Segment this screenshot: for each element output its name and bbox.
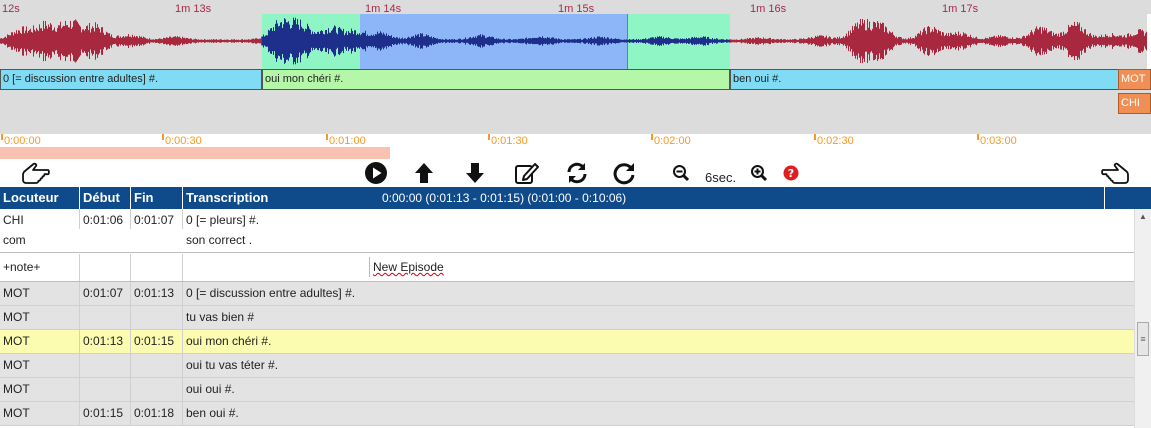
- cell-end[interactable]: 0:01:13: [131, 282, 183, 305]
- cell-speaker[interactable]: MOT: [0, 402, 80, 425]
- zoom-out-icon[interactable]: [671, 161, 691, 185]
- play-icon[interactable]: [363, 161, 389, 185]
- table-row[interactable]: MOT oui oui #.: [0, 378, 1134, 402]
- cell-start[interactable]: [80, 229, 131, 252]
- cell-speaker[interactable]: MOT: [0, 330, 80, 353]
- timeline-tick: 0:00:00: [1, 134, 41, 147]
- cell-speaker[interactable]: +note+: [0, 254, 80, 281]
- svg-text:?: ?: [788, 167, 794, 180]
- hand-left-icon[interactable]: [18, 161, 52, 185]
- selection-time-info: 0:00:00 (0:01:13 - 0:01:15) (0:01:00 - 0…: [382, 191, 627, 205]
- scroll-up-arrow-icon[interactable]: ▲: [1135, 211, 1151, 223]
- timeline-tick: 0:02:30: [814, 134, 854, 147]
- cell-speaker[interactable]: MOT: [0, 306, 80, 329]
- cell-start[interactable]: [80, 378, 131, 401]
- timeline-tick: 0:02:00: [651, 134, 691, 147]
- cell-end[interactable]: [131, 354, 183, 377]
- cell-end[interactable]: [131, 306, 183, 329]
- segment-block[interactable]: ben oui #.: [730, 69, 1119, 90]
- zoom-in-icon[interactable]: [749, 161, 769, 185]
- segment-block[interactable]: oui mon chéri #.: [262, 69, 730, 90]
- hand-right-icon[interactable]: [1099, 161, 1133, 185]
- cell-transcription[interactable]: oui mon chéri #.: [183, 330, 1134, 353]
- cell-end[interactable]: 0:01:18: [131, 402, 183, 425]
- timeline-tick: 0:00:30: [162, 134, 202, 147]
- cell-end[interactable]: [131, 229, 183, 252]
- cell-start[interactable]: 0:01:13: [80, 330, 131, 353]
- cell-start[interactable]: 0:01:07: [80, 282, 131, 305]
- timeline-tick: 0:03:00: [977, 134, 1017, 147]
- speaker-tier-label[interactable]: MOT: [1118, 69, 1151, 90]
- cell-end[interactable]: [131, 254, 183, 281]
- cell-speaker[interactable]: com: [0, 229, 80, 252]
- cell-start[interactable]: 0:01:15: [80, 402, 131, 425]
- scroll-thumb[interactable]: ≡: [1137, 322, 1149, 356]
- speaker-tier-label[interactable]: CHI: [1118, 93, 1151, 114]
- column-header-end[interactable]: Fin: [131, 187, 183, 209]
- timeline-position-bar[interactable]: [0, 147, 390, 159]
- timeline-tick: 0:01:00: [326, 134, 366, 147]
- cell-speaker[interactable]: MOT: [0, 282, 80, 305]
- table-row-selected[interactable]: MOT 0:01:13 0:01:15 oui mon chéri #.: [0, 330, 1134, 354]
- cell-speaker[interactable]: MOT: [0, 378, 80, 401]
- table-row[interactable]: MOT 0:01:15 0:01:18 ben oui #.: [0, 402, 1134, 426]
- table-row[interactable]: MOT 0:01:07 0:01:13 0 [= discussion entr…: [0, 282, 1134, 306]
- column-header-label: Transcription: [186, 190, 269, 205]
- column-header-start[interactable]: Début: [80, 187, 131, 209]
- table-row-note[interactable]: +note+ New Episode: [0, 254, 1134, 282]
- toolbar: 6sec. ?: [0, 159, 1151, 187]
- overview-timeline[interactable]: 0:00:00 0:00:30 0:01:00 0:01:30 0:02:00 …: [0, 134, 1151, 148]
- redo-icon[interactable]: [611, 161, 639, 185]
- note-input[interactable]: New Episode: [369, 257, 1134, 277]
- cell-transcription[interactable]: New Episode: [183, 254, 1134, 281]
- timeline-tick: 0:01:30: [488, 134, 528, 147]
- zoom-duration: 6sec.: [705, 170, 737, 185]
- cell-transcription[interactable]: oui oui #.: [183, 378, 1134, 401]
- cell-end[interactable]: 0:01:15: [131, 330, 183, 353]
- cell-transcription[interactable]: tu vas bien #: [183, 306, 1134, 329]
- cell-speaker[interactable]: MOT: [0, 354, 80, 377]
- cell-transcription[interactable]: ben oui #.: [183, 402, 1134, 425]
- loop-icon[interactable]: [563, 161, 591, 185]
- audio-waveform: [0, 17, 1147, 65]
- cell-end[interactable]: [131, 378, 183, 401]
- arrow-down-icon[interactable]: [462, 161, 488, 185]
- help-icon[interactable]: ?: [781, 161, 801, 185]
- table-row[interactable]: MOT tu vas bien #: [0, 306, 1134, 330]
- edit-icon[interactable]: [513, 161, 541, 185]
- table-row[interactable]: com son correct .: [0, 229, 1134, 253]
- waveform-edge: [1147, 14, 1151, 69]
- column-header-speaker[interactable]: Locuteur: [0, 187, 80, 209]
- waveform-panel[interactable]: 12s 1m 13s 1m 14s 1m 15s 1m 16s 1m 17s 0…: [0, 0, 1151, 134]
- transcript-table-header: Locuteur Début Fin Transcription 0:00:00…: [0, 187, 1151, 209]
- transcript-table: CHI 0:01:06 0:01:07 0 [= pleurs] #. com …: [0, 209, 1134, 428]
- table-row[interactable]: MOT oui tu vas téter #.: [0, 354, 1134, 378]
- cell-start[interactable]: [80, 354, 131, 377]
- note-text: New Episode: [373, 260, 444, 274]
- column-header-transcription[interactable]: Transcription: [183, 187, 1105, 209]
- cell-transcription[interactable]: 0 [= discussion entre adultes] #.: [183, 282, 1134, 305]
- table-scrollbar[interactable]: ▲ ≡: [1134, 209, 1151, 428]
- cell-transcription[interactable]: oui tu vas téter #.: [183, 354, 1134, 377]
- cell-start[interactable]: [80, 254, 131, 281]
- segment-block[interactable]: 0 [= discussion entre adultes] #.: [0, 69, 262, 90]
- arrow-up-icon[interactable]: [411, 161, 437, 185]
- cell-start[interactable]: [80, 306, 131, 329]
- cell-transcription[interactable]: son correct .: [183, 229, 1134, 252]
